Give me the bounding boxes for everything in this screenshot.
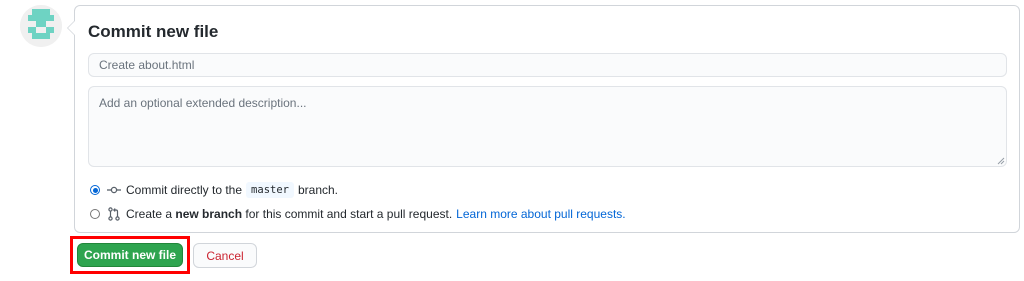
commit-form-title: Commit new file (88, 22, 219, 41)
commit-form-panel: Commit new file Commit directly to the m… (67, 5, 1020, 233)
avatar[interactable] (20, 5, 62, 47)
commit-description-textarea[interactable] (88, 86, 1007, 167)
git-commit-icon (107, 183, 121, 197)
learn-more-pull-requests-link[interactable]: Learn more about pull requests. (456, 207, 625, 221)
new-branch-prefix: Create a (126, 207, 173, 221)
new-branch-option[interactable]: Create a new branch for this commit and … (90, 206, 626, 222)
new-branch-suffix: for this commit and start a pull request… (245, 207, 453, 221)
commit-new-file-button[interactable]: Commit new file (77, 243, 183, 267)
resize-handle-icon[interactable] (997, 157, 1005, 165)
branch-name-badge: master (246, 182, 294, 198)
cancel-button[interactable]: Cancel (193, 243, 257, 268)
new-branch-bold: new branch (175, 207, 243, 221)
commit-direct-radio[interactable] (90, 185, 100, 195)
commit-direct-option[interactable]: Commit directly to the master branch. (90, 182, 338, 198)
commit-direct-prefix: Commit directly to the (126, 183, 243, 197)
new-branch-radio[interactable] (90, 209, 100, 219)
identicon-icon (20, 5, 62, 47)
commit-direct-suffix: branch. (297, 183, 339, 197)
commit-summary-input[interactable] (88, 53, 1007, 77)
git-pull-request-icon (107, 207, 121, 221)
